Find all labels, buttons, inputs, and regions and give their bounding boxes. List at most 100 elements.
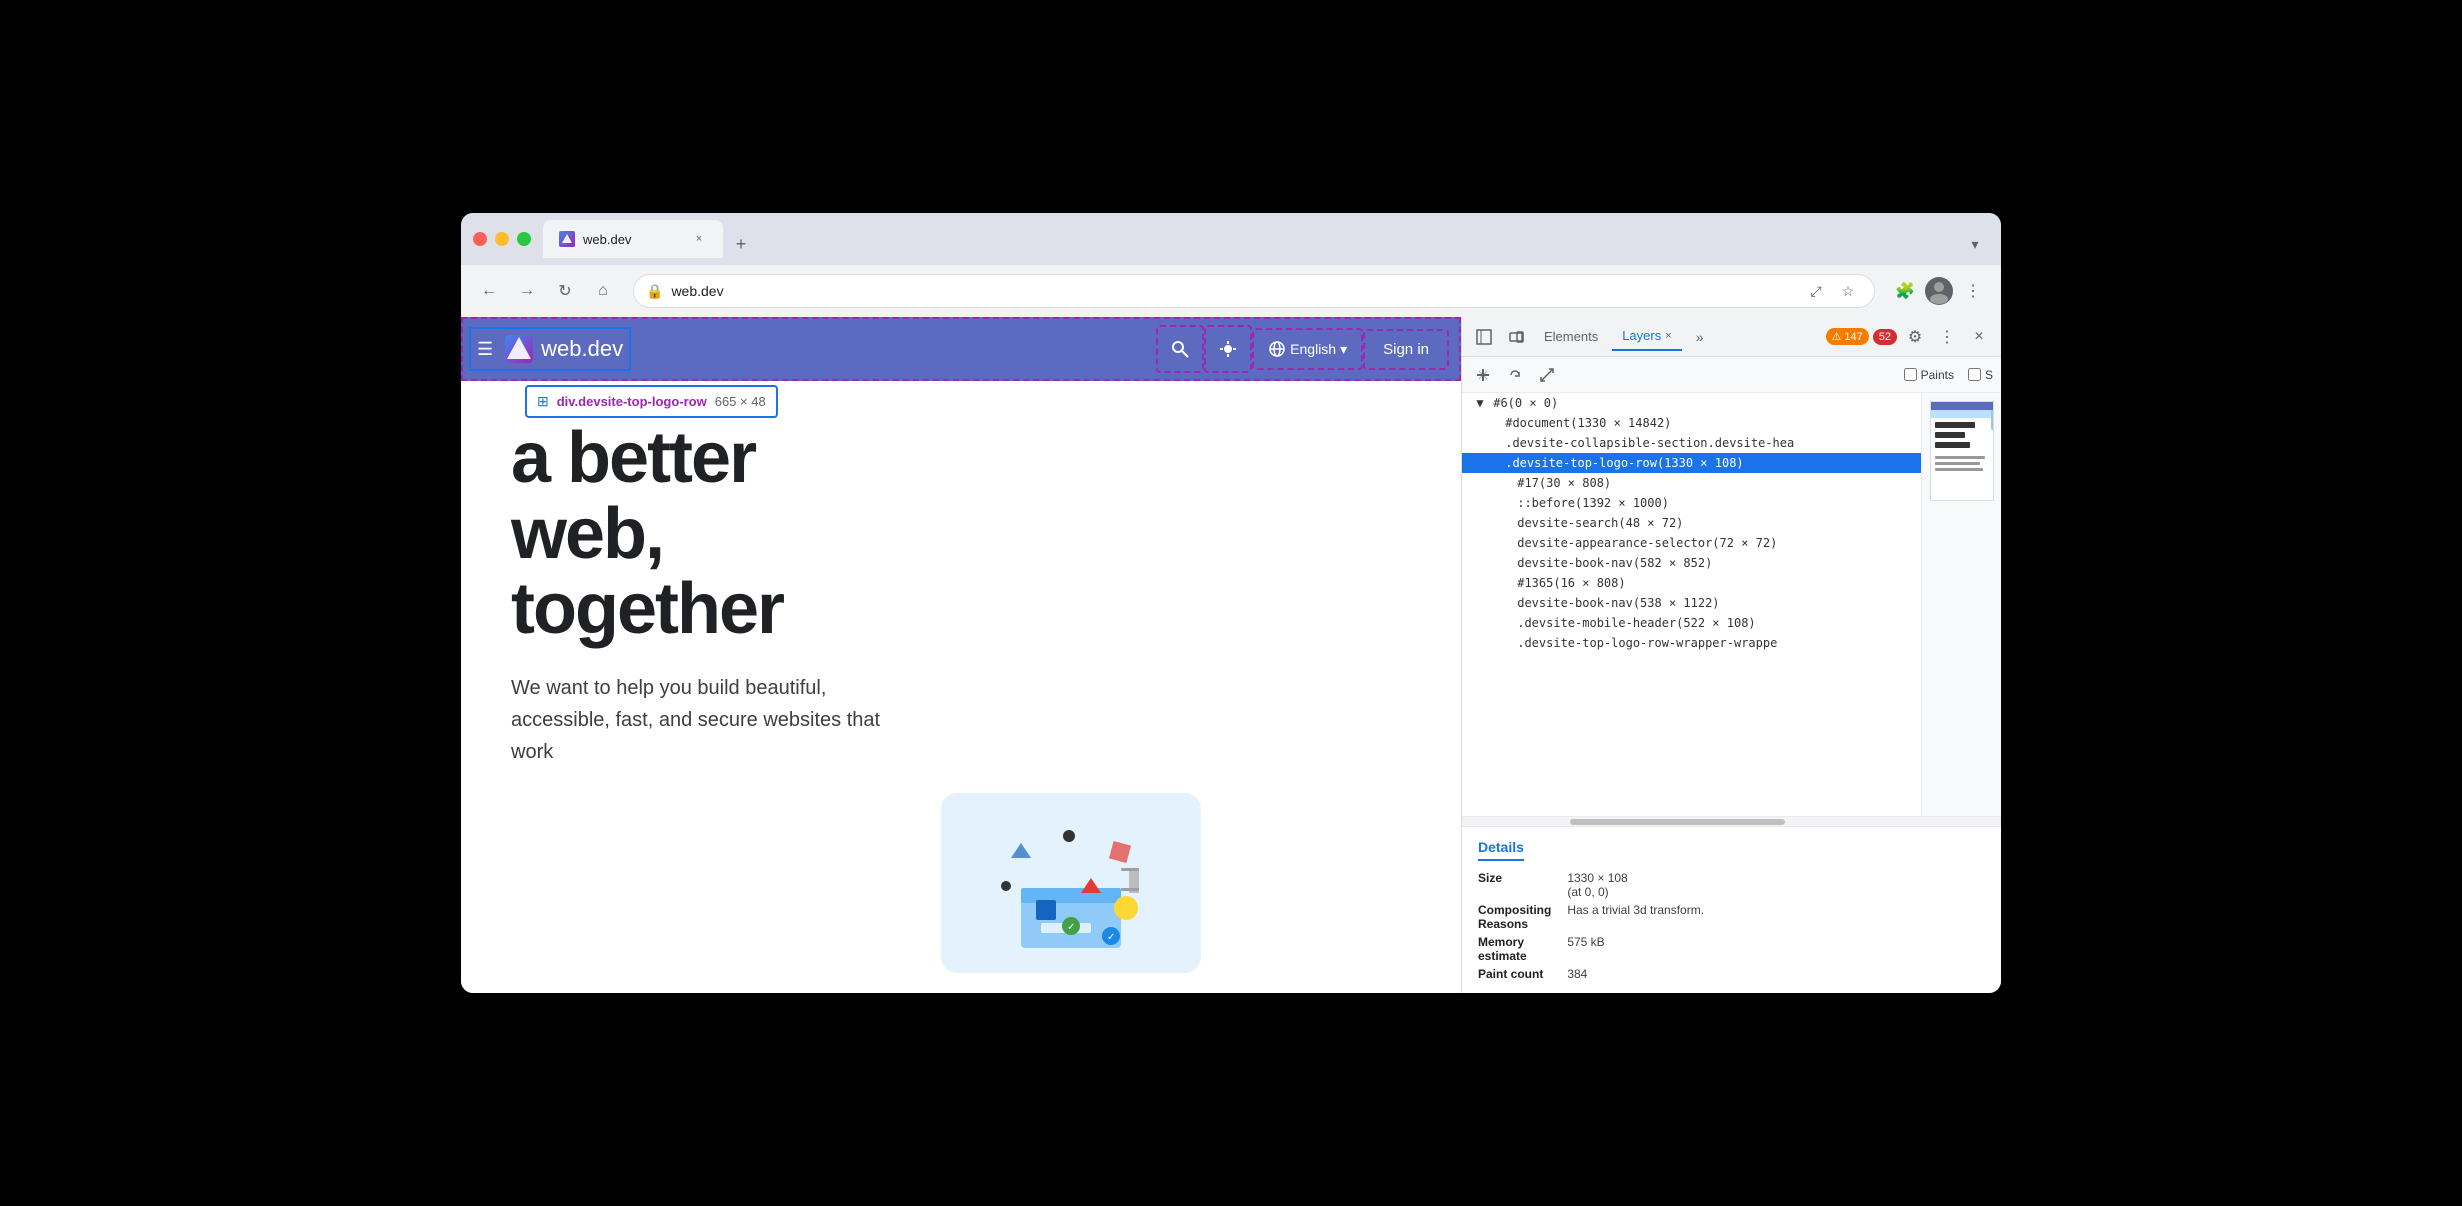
element-name: div.devsite-top-logo-row [557,394,707,409]
paints-checkbox-area[interactable]: Paints [1904,368,1954,382]
scrollbar-thumb[interactable] [1570,819,1786,825]
security-icon: 🔒 [646,283,663,300]
s-checkbox[interactable] [1968,368,1981,381]
menu-icon[interactable]: ☰ [477,339,493,360]
layer-preview [1921,393,2001,816]
layer-item[interactable]: devsite-book-nav(582 × 852) [1462,553,1921,573]
size-value: 1330 × 108 (at 0, 0) [1567,871,1985,899]
tab-close-button[interactable]: × [691,231,707,247]
layer-item[interactable]: devsite-appearance-selector(72 × 72) [1462,533,1921,553]
share-icon[interactable]: ⤢ [1802,277,1830,305]
svg-text:✓: ✓ [1067,922,1075,933]
signin-button[interactable]: Sign in [1367,333,1445,366]
tab-elements[interactable]: Elements [1534,323,1608,351]
paintcount-key: Paint count [1478,967,1551,981]
tab-bar: web.dev × + ▾ [543,220,1989,258]
traffic-lights [473,232,531,246]
memory-key: Memoryestimate [1478,935,1551,963]
more-button[interactable]: ⋮ [1957,275,1989,307]
main-content: ☰ web.dev [461,317,2001,993]
paints-checkbox[interactable] [1904,368,1917,381]
layer-item[interactable]: ::before(1392 × 1000) [1462,493,1921,513]
layer-text: .devsite-top-logo-row(1330 × 108) [1505,456,1743,470]
extensions-button[interactable]: 🧩 [1889,275,1921,307]
layer-text: devsite-book-nav(582 × 852) [1517,556,1712,570]
devtools-panel: Elements Layers × » ⚠ 147 52 ⚙ ⋮ [1461,317,2001,993]
layer-item[interactable]: devsite-search(48 × 72) [1462,513,1921,533]
element-size: 665 × 48 [715,394,766,409]
layer-text: .devsite-top-logo-row-wrapper-wrappe [1517,636,1777,650]
site-header: ☰ web.dev [461,317,1461,381]
header-logo-area: ☰ web.dev [477,335,623,363]
layer-item[interactable]: ▼ #6(0 × 0) [1462,393,1921,413]
nav-right-actions: 🧩 ⋮ [1889,275,1989,307]
page-body: a better web, together We want to help y… [461,381,1461,768]
home-button[interactable]: ⌂ [587,275,619,307]
browser-window: web.dev × + ▾ ← → ↻ ⌂ 🔒 web.dev ⤢ ☆ 🧩 ⋮ [461,213,2001,993]
layer-item[interactable]: devsite-book-nav(538 × 1122) [1462,593,1921,613]
layer-item[interactable]: #1365(16 × 808) [1462,573,1921,593]
resize-tool-button[interactable] [1534,362,1560,388]
more-tabs-button[interactable]: » [1686,323,1714,351]
back-button[interactable]: ← [473,275,505,307]
tab-favicon [559,231,575,247]
layer-item[interactable]: #17(30 × 808) [1462,473,1921,493]
layers-tab-close[interactable]: × [1665,330,1671,342]
inspect-element-button[interactable] [1470,323,1498,351]
horizontal-scrollbar[interactable] [1462,816,2001,826]
s-checkbox-area[interactable]: S [1968,368,1993,382]
browser-tab[interactable]: web.dev × [543,220,723,258]
warning-count: 147 [1844,331,1862,343]
rotate-tool-button[interactable] [1502,362,1528,388]
layer-text: #document(1330 × 14842) [1505,416,1671,430]
devtools-close-button[interactable]: × [1965,323,1993,351]
tab-chevron-icon[interactable]: ▾ [1961,230,1989,258]
page-illustration: ✓ ✓ [941,793,1201,973]
pan-tool-button[interactable] [1470,362,1496,388]
nav-bar: ← → ↻ ⌂ 🔒 web.dev ⤢ ☆ 🧩 ⋮ [461,265,2001,317]
layer-item[interactable]: .devsite-top-logo-row-wrapper-wrappe [1462,633,1921,653]
compositing-value: Has a trivial 3d transform. [1567,903,1985,931]
details-title: Details [1478,839,1524,861]
language-button[interactable]: English ▾ [1256,332,1359,366]
profile-button[interactable] [1925,277,1953,305]
tab-layers[interactable]: Layers × [1612,323,1681,351]
theme-button[interactable] [1208,329,1248,369]
layer-item[interactable]: .devsite-mobile-header(522 × 108) [1462,613,1921,633]
device-toggle-button[interactable] [1502,323,1530,351]
site-logo[interactable]: web.dev [505,335,623,363]
layer-text: #17(30 × 808) [1517,476,1611,490]
layer-text: devsite-appearance-selector(72 × 72) [1517,536,1777,550]
arrow-icon: ▼ [1474,396,1486,410]
layer-item[interactable]: .devsite-collapsible-section.devsite-hea [1462,433,1921,453]
bookmark-icon[interactable]: ☆ [1834,277,1862,305]
layer-text: #1365(16 × 808) [1517,576,1625,590]
logo-icon [505,335,533,363]
svg-text:✓: ✓ [1107,932,1115,943]
layer-item[interactable]: #document(1330 × 14842) [1462,413,1921,433]
warning-badge[interactable]: ⚠ 147 [1826,328,1869,345]
minimize-button[interactable] [495,232,509,246]
devtools-more-button[interactable]: ⋮ [1933,323,1961,351]
details-grid: Size 1330 × 108 (at 0, 0) CompositingRea… [1478,871,1985,981]
close-button[interactable] [473,232,487,246]
layer-tree[interactable]: ▼ #6(0 × 0) #document(1330 × 14842) .dev… [1462,393,1921,816]
layer-item-selected[interactable]: .devsite-top-logo-row(1330 × 108) [1462,453,1921,473]
address-text[interactable]: web.dev [671,283,1794,299]
address-bar[interactable]: 🔒 web.dev ⤢ ☆ [633,274,1875,308]
devtools-settings-button[interactable]: ⚙ [1901,323,1929,351]
forward-button[interactable]: → [511,275,543,307]
maximize-button[interactable] [517,232,531,246]
language-text: English [1290,341,1336,357]
error-count: 52 [1879,331,1891,343]
details-panel: Details Size 1330 × 108 (at 0, 0) Compos… [1462,826,2001,993]
compositing-key: CompositingReasons [1478,903,1551,931]
memory-value: 575 kB [1567,935,1985,963]
title-bar: web.dev × + ▾ [461,213,2001,265]
error-badge[interactable]: 52 [1873,329,1897,345]
new-tab-button[interactable]: + [727,230,755,258]
refresh-button[interactable]: ↻ [549,275,581,307]
search-button[interactable] [1160,329,1200,369]
language-arrow: ▾ [1340,341,1347,358]
layer-text: ::before(1392 × 1000) [1517,496,1669,510]
